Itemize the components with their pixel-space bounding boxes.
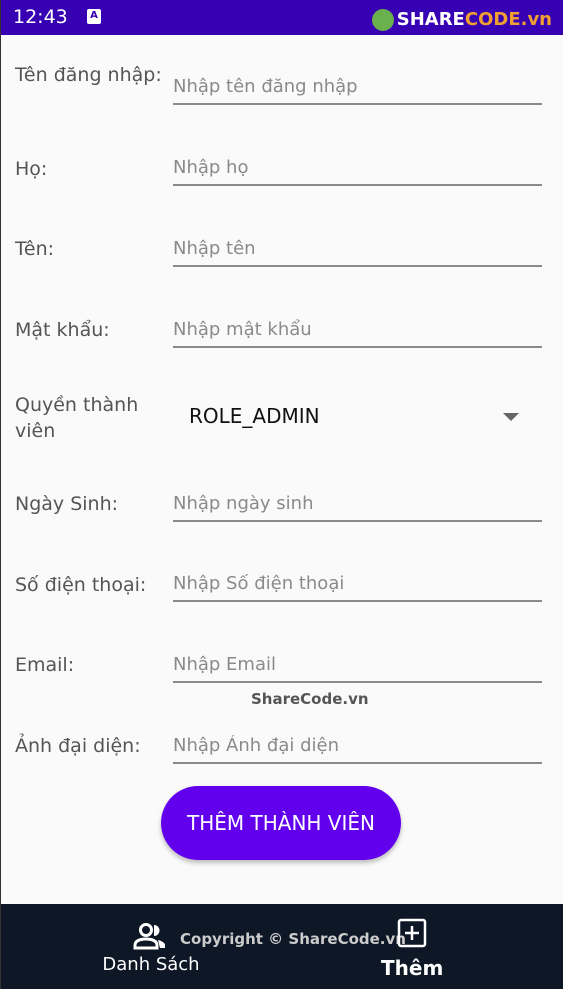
add-member-button[interactable]: THÊM THÀNH VIÊN (161, 786, 401, 860)
people-icon (133, 923, 165, 950)
birthday-input[interactable] (173, 493, 542, 522)
bottom-navigation: Danh Sách Copyright © ShareCode.vn Thêm (1, 904, 563, 989)
label-password: Mật khẩu: (15, 319, 110, 341)
status-bar: 12:43 A SHARECODE.vn (1, 0, 563, 35)
label-email: Email: (15, 654, 75, 676)
label-role: Quyền thành viên (15, 394, 139, 442)
first-name-input[interactable] (173, 238, 542, 267)
password-input[interactable] (173, 319, 542, 348)
dropdown-arrow-icon[interactable] (503, 413, 519, 421)
label-first-name: Tên: (15, 238, 55, 260)
nav-label-add: Thêm (381, 956, 444, 980)
username-input[interactable] (173, 76, 542, 105)
label-phone: Số điện thoại: (15, 574, 147, 596)
watermark: ShareCode.vn (251, 690, 369, 708)
phone-input[interactable] (173, 573, 542, 602)
avatar-input[interactable] (173, 735, 542, 764)
sharecode-logo: SHARECODE.vn (371, 9, 552, 31)
status-time: 12:43 (13, 6, 68, 28)
last-name-input[interactable] (173, 157, 542, 186)
add-box-icon (397, 918, 427, 948)
label-birthday: Ngày Sinh: (15, 493, 119, 515)
nav-label-list: Danh Sách (102, 954, 200, 975)
label-username: Tên đăng nhập: (15, 64, 162, 86)
nav-item-add[interactable]: Thêm (381, 918, 443, 980)
role-select[interactable]: ROLE_ADMIN (189, 404, 529, 428)
logo-icon (371, 9, 394, 31)
label-last-name: Họ: (15, 158, 48, 180)
label-avatar: Ảnh đại diện: (15, 735, 141, 757)
copyright-text: Copyright © ShareCode.vn (180, 930, 406, 948)
email-input[interactable] (173, 654, 542, 683)
notification-icon: A (87, 9, 101, 24)
